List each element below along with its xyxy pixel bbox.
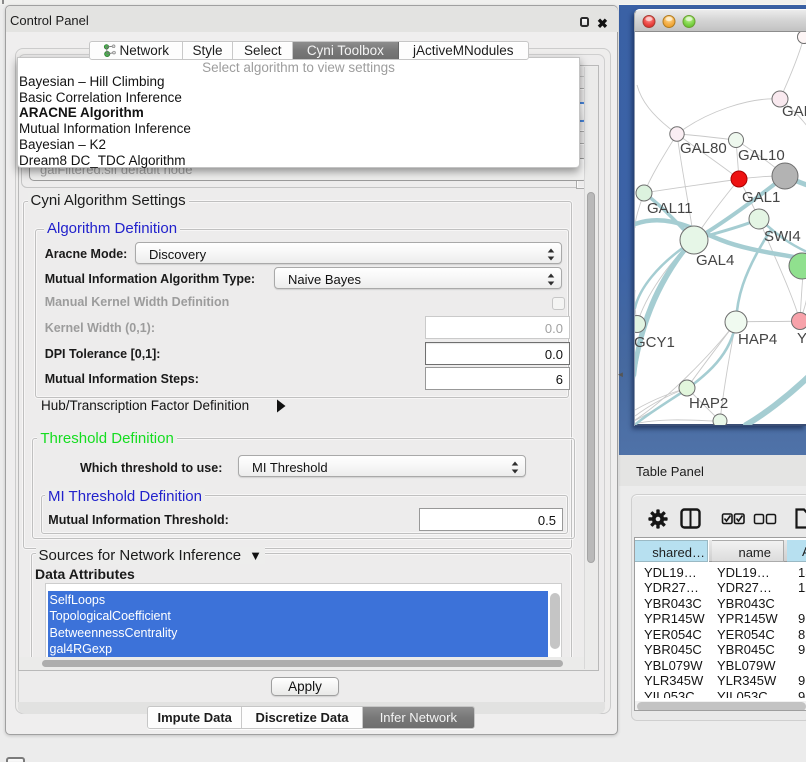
svg-text:HAP4: HAP4 (738, 331, 777, 348)
svg-text:SWI4: SWI4 (764, 228, 801, 245)
svg-text:GAL: GAL (782, 103, 806, 120)
svg-text:Y: Y (797, 330, 806, 347)
svg-text:GAL80: GAL80 (680, 140, 727, 157)
svg-text:GAL10: GAL10 (738, 147, 785, 164)
svg-text:GCY1: GCY1 (635, 334, 675, 351)
svg-text:GAL4: GAL4 (696, 252, 734, 269)
svg-text:GAL1: GAL1 (742, 189, 780, 206)
svg-text:HAP2: HAP2 (689, 395, 728, 412)
svg-text:GAL11: GAL11 (647, 200, 693, 217)
